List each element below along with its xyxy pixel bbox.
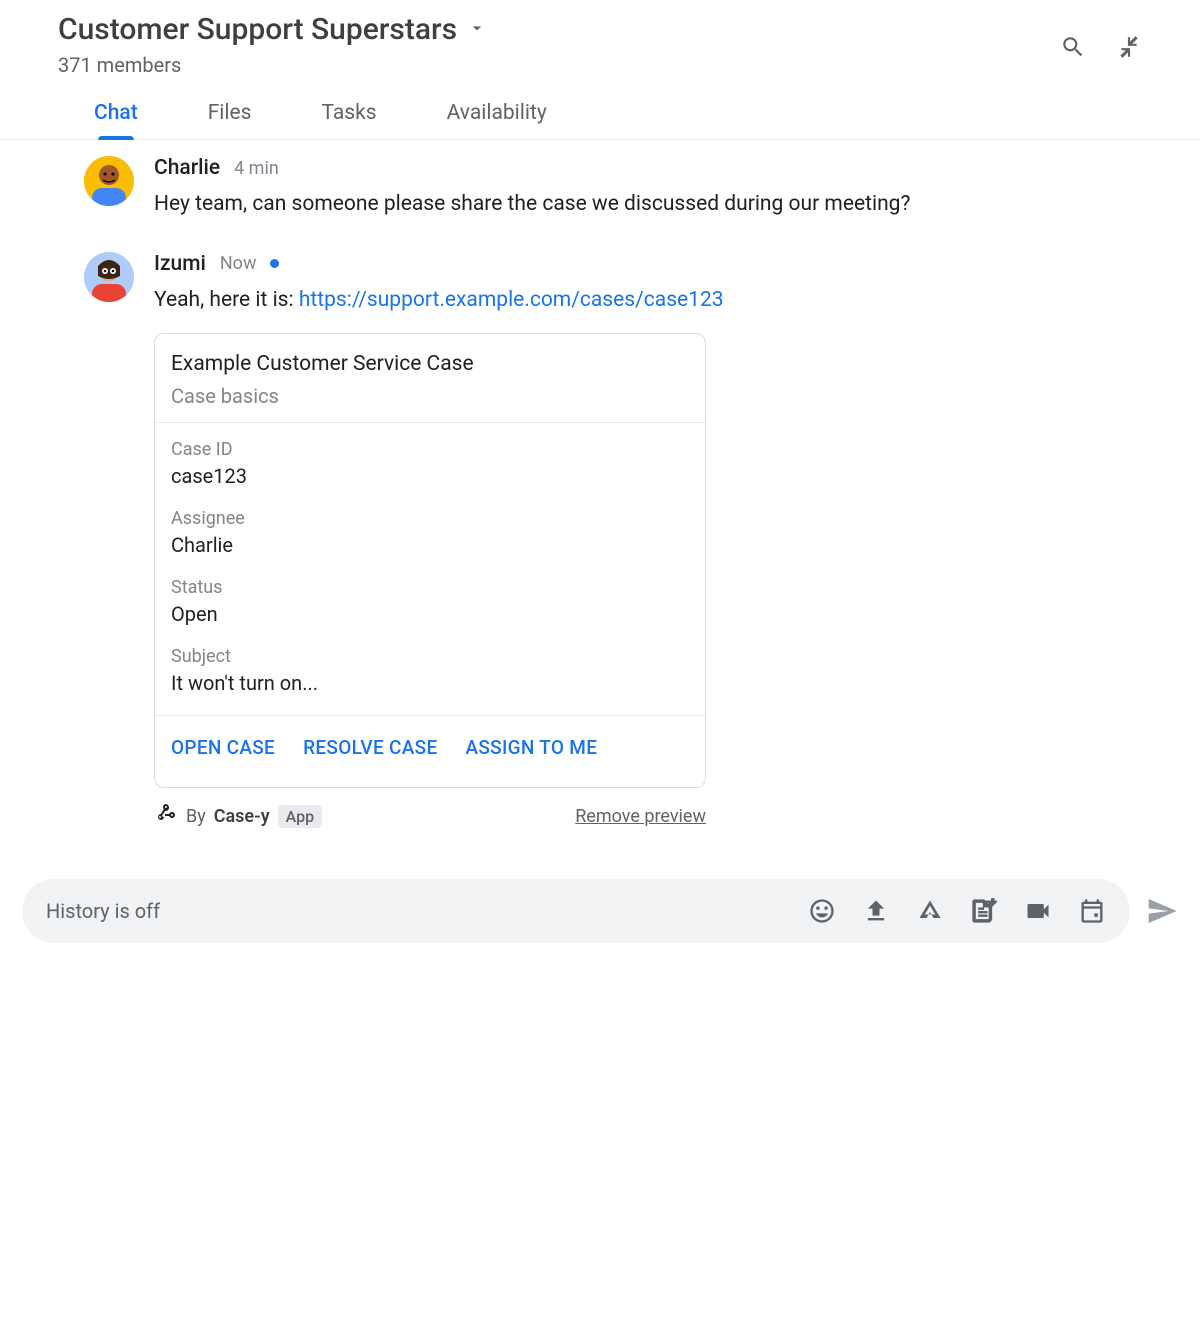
remove-preview-link[interactable]: Remove preview xyxy=(575,806,706,827)
tab-tasks[interactable]: Tasks xyxy=(322,101,377,139)
app-badge: App xyxy=(278,805,322,828)
bot-name: Case-y xyxy=(214,806,270,827)
card-subtitle: Case basics xyxy=(171,384,689,408)
field-value: It won't turn on... xyxy=(171,671,689,695)
upload-icon[interactable] xyxy=(862,897,890,925)
message-link[interactable]: https://support.example.com/cases/case12… xyxy=(299,288,724,312)
message-text: Yeah, here it is: https://support.exampl… xyxy=(154,284,1142,318)
now-indicator-dot xyxy=(270,259,279,268)
message-composer[interactable]: History is off xyxy=(22,879,1130,943)
card-title: Example Customer Service Case xyxy=(171,352,689,376)
assign-to-me-button[interactable]: ASSIGN TO ME xyxy=(465,736,597,759)
resolve-case-button[interactable]: RESOLVE CASE xyxy=(303,736,437,759)
tab-availability[interactable]: Availability xyxy=(447,101,547,139)
emoji-icon[interactable] xyxy=(808,897,836,925)
member-count: 371 members xyxy=(58,53,487,77)
tab-files[interactable]: Files xyxy=(208,101,252,139)
field-label: Status xyxy=(171,577,689,598)
drive-icon[interactable] xyxy=(916,897,944,925)
field-label: Assignee xyxy=(171,508,689,529)
message: Izumi Now Yeah, here it is: https://supp… xyxy=(84,252,1142,832)
field-value: Charlie xyxy=(171,533,689,557)
avatar xyxy=(84,156,134,206)
chevron-down-icon[interactable] xyxy=(467,18,487,42)
search-icon[interactable] xyxy=(1060,34,1086,64)
message-text-prefix: Yeah, here it is: xyxy=(154,288,299,312)
send-icon[interactable] xyxy=(1146,895,1178,927)
room-title: Customer Support Superstars xyxy=(58,12,457,47)
message-author: Izumi xyxy=(154,252,206,276)
composer-placeholder: History is off xyxy=(46,899,782,923)
field-value: case123 xyxy=(171,464,689,488)
message-author: Charlie xyxy=(154,156,220,180)
message-text: Hey team, can someone please share the c… xyxy=(154,188,1142,222)
by-prefix: By xyxy=(186,806,206,827)
video-icon[interactable] xyxy=(1024,897,1052,925)
field-label: Case ID xyxy=(171,439,689,460)
message: Charlie 4 min Hey team, can someone plea… xyxy=(84,156,1142,222)
open-case-button[interactable]: OPEN CASE xyxy=(171,736,275,759)
avatar xyxy=(84,252,134,302)
message-timestamp: 4 min xyxy=(234,158,279,179)
field-value: Open xyxy=(171,602,689,626)
calendar-icon[interactable] xyxy=(1078,897,1106,925)
webhook-icon xyxy=(154,802,178,831)
field-label: Subject xyxy=(171,646,689,667)
tab-chat[interactable]: Chat xyxy=(94,101,138,139)
collapse-icon[interactable] xyxy=(1116,34,1142,64)
message-timestamp: Now xyxy=(220,253,257,274)
link-preview-card: Example Customer Service Case Case basic… xyxy=(154,333,706,788)
new-doc-icon[interactable] xyxy=(970,897,998,925)
